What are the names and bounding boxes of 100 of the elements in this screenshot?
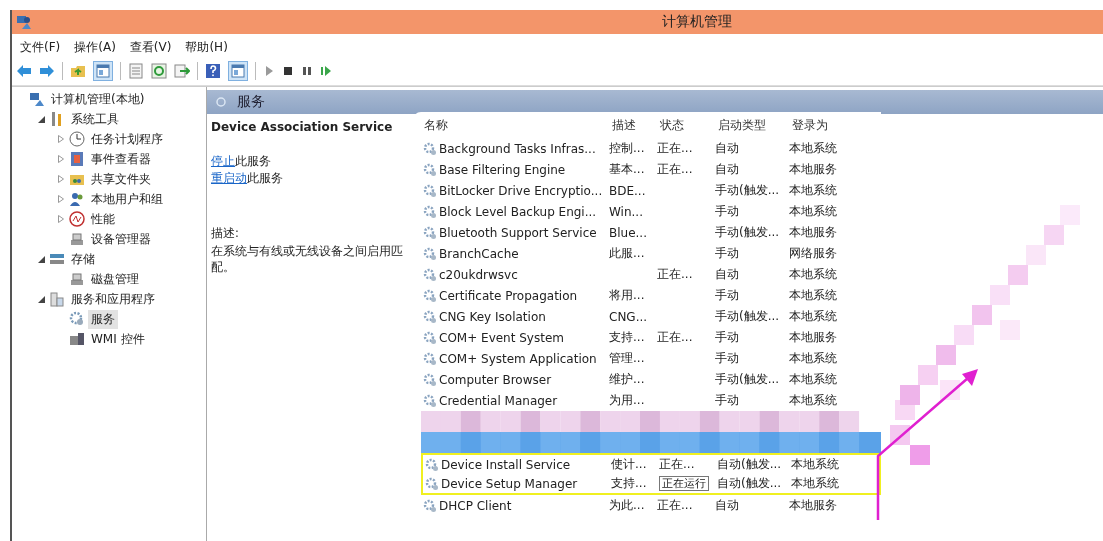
tree-item[interactable]: 共享文件夹 xyxy=(88,169,154,189)
panel-title: 服务 xyxy=(237,93,265,111)
table-cell: Bluetooth Support Service xyxy=(439,225,597,240)
table-cell: BitLocker Drive Encryptio... xyxy=(439,183,603,198)
resume-icon[interactable] xyxy=(320,65,332,77)
column-header[interactable]: 名称 xyxy=(421,117,609,133)
pause-icon[interactable] xyxy=(301,65,313,77)
tree-item[interactable]: 计算机管理(本地) xyxy=(48,89,148,109)
export-icon[interactable] xyxy=(174,63,190,79)
tree-item[interactable]: 服务和应用程序 xyxy=(68,289,158,309)
device-icon xyxy=(69,231,85,247)
tree-item[interactable]: 设备管理器 xyxy=(88,229,154,249)
service-row[interactable]: Credential Manager 为用... 手动 本地系统 xyxy=(421,390,881,411)
menu-item[interactable]: 文件(F) xyxy=(20,39,61,56)
tree-item[interactable]: 事件查看器 xyxy=(88,149,154,169)
apps-icon xyxy=(49,291,65,307)
table-cell: 手动 xyxy=(715,330,739,344)
service-row[interactable]: Base Filtering Engine 基本... 正在... 自动 本地服务 xyxy=(421,159,881,180)
column-header[interactable]: 启动类型 xyxy=(715,117,789,133)
menu-item[interactable]: 查看(V) xyxy=(129,39,172,56)
tree-item[interactable]: 磁盘管理 xyxy=(88,269,142,289)
window-title: 计算机管理 xyxy=(662,13,732,31)
folder-icon[interactable] xyxy=(70,63,86,79)
tree-item[interactable]: WMI 控件 xyxy=(88,329,148,349)
service-row[interactable]: Computer Browser 维护... 手动(触发... 本地系统 xyxy=(421,369,881,390)
expanded-arrow-icon[interactable] xyxy=(37,115,45,123)
table-cell: 本地系统 xyxy=(791,476,839,490)
clock-icon xyxy=(69,131,85,147)
table-cell: 网络服务 xyxy=(789,246,837,260)
properties-icon[interactable] xyxy=(128,63,144,79)
table-cell: 本地服务 xyxy=(789,162,837,176)
table-cell: 本地系统 xyxy=(789,393,837,407)
table-cell: 正在... xyxy=(657,330,693,344)
column-header[interactable]: 状态 xyxy=(657,117,715,133)
expanded-arrow-icon[interactable] xyxy=(37,295,45,303)
action-link[interactable]: 停止 xyxy=(211,154,235,168)
panel-toggle-icon[interactable] xyxy=(228,61,248,81)
tree-item[interactable]: 性能 xyxy=(88,209,118,229)
help-icon[interactable] xyxy=(205,63,221,79)
action-link[interactable]: 重启动 xyxy=(211,171,247,185)
table-cell: COM+ System Application xyxy=(439,351,597,366)
description-text: 在系统与有线或无线设备之间启用匹配。 xyxy=(211,243,404,276)
column-header[interactable]: 描述 xyxy=(609,117,657,133)
table-cell: Block Level Backup Engi... xyxy=(439,204,597,219)
table-cell: Computer Browser xyxy=(439,372,552,387)
service-row[interactable]: Block Level Backup Engi... Win... 手动 本地系统 xyxy=(421,201,881,222)
table-cell: Credential Manager xyxy=(439,393,558,408)
service-row[interactable]: BranchCache 此服... 手动 网络服务 xyxy=(421,243,881,264)
table-cell: 本地系统 xyxy=(789,141,837,155)
collapsed-arrow-icon[interactable] xyxy=(58,155,64,163)
table-cell: 本地系统 xyxy=(789,183,837,197)
back-icon[interactable] xyxy=(16,64,32,78)
play-icon[interactable] xyxy=(263,65,275,77)
service-row[interactable]: BitLocker Drive Encryptio... BDE... 手动(触发... 本地系统 xyxy=(421,180,881,201)
refresh-icon[interactable] xyxy=(151,63,167,79)
service-row[interactable]: Device Install Service 使计... 正在... 自动(触发... 本地系统 xyxy=(421,453,881,474)
table-cell: 正在... xyxy=(657,141,693,155)
tree-item[interactable]: 存储 xyxy=(68,249,98,269)
service-row[interactable]: Certificate Propagation 将用... 手动 本地系统 xyxy=(421,285,881,306)
forward-icon[interactable] xyxy=(39,64,55,78)
table-cell: Certificate Propagation xyxy=(439,288,578,303)
table-cell: DHCP Client xyxy=(439,498,512,513)
table-cell: 基本... xyxy=(609,162,645,176)
table-cell: 手动 xyxy=(715,204,739,218)
table-cell: 正在... xyxy=(657,162,693,176)
tree-item[interactable]: 任务计划程序 xyxy=(88,129,166,149)
tree-item[interactable]: 本地用户和组 xyxy=(88,189,166,209)
tree-item[interactable]: 系统工具 xyxy=(68,109,122,129)
menu-item[interactable]: 帮助(H) xyxy=(185,39,228,56)
tree-item[interactable]: 服务 xyxy=(88,309,118,329)
service-row[interactable]: Device Setup Manager 支持... 正在运行 自动(触发... 本地系统 xyxy=(421,474,881,495)
service-action: 停止此服务 xyxy=(211,154,272,169)
service-row[interactable]: c20ukdrwsvc 正在... 自动 本地系统 xyxy=(421,264,881,285)
service-row[interactable]: CNG Key Isolation CNG... 手动(触发... 本地系统 xyxy=(421,306,881,327)
table-cell: 手动 xyxy=(715,288,739,302)
wmi-icon xyxy=(69,331,85,347)
service-row[interactable]: DHCP Client 为此... 正在... 自动 本地服务 xyxy=(421,495,881,516)
table-cell: 本地系统 xyxy=(789,288,837,302)
collapsed-arrow-icon[interactable] xyxy=(58,195,64,203)
stop-icon[interactable] xyxy=(282,65,294,77)
menu-item[interactable]: 操作(A) xyxy=(74,39,116,56)
table-cell: Device Install Service xyxy=(441,457,571,472)
service-row[interactable]: Bluetooth Support Service Blue... 手动(触发... 本地服务 xyxy=(421,222,881,243)
service-row[interactable]: COM+ System Application 管理... 手动 本地系统 xyxy=(421,348,881,369)
table-cell: c20ukdrwsvc xyxy=(439,267,518,282)
table-cell: 自动 xyxy=(715,498,739,512)
table-cell: 为用... xyxy=(609,393,645,407)
collapsed-arrow-icon[interactable] xyxy=(58,215,64,223)
table-cell: 支持... xyxy=(609,330,645,344)
service-row[interactable]: Background Tasks Infras... 控制... 正在... 自动 本地系统 xyxy=(421,138,881,159)
table-cell: 手动(触发... xyxy=(715,372,780,386)
table-cell: 本地服务 xyxy=(789,330,837,344)
table-cell: 本地服务 xyxy=(789,498,837,512)
table-cell: 自动(触发... xyxy=(717,476,782,490)
service-row[interactable]: COM+ Event System 支持... 正在... 手动 本地服务 xyxy=(421,327,881,348)
column-header[interactable]: 登录为 xyxy=(789,117,859,133)
collapsed-arrow-icon[interactable] xyxy=(58,135,64,143)
expanded-arrow-icon[interactable] xyxy=(37,255,45,263)
panel-toggle-icon[interactable] xyxy=(93,61,113,81)
collapsed-arrow-icon[interactable] xyxy=(58,175,64,183)
